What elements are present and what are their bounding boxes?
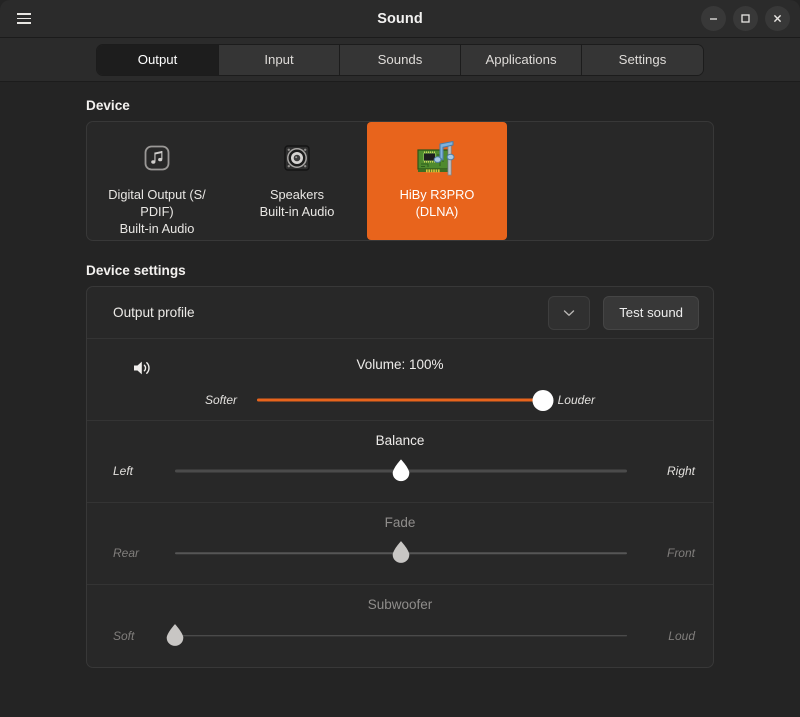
- device-card-digital-output[interactable]: Digital Output (S/ PDIF) Built-in Audio: [87, 122, 227, 240]
- volume-row: Volume: 100% Softer Louder: [87, 339, 713, 421]
- fade-slider-track: [175, 552, 627, 554]
- device-list: Digital Output (S/ PDIF) Built-in Audio: [87, 122, 713, 240]
- balance-slider-track[interactable]: [175, 470, 627, 473]
- sound-card-music-note-icon: [415, 138, 459, 178]
- device-label-line1: Digital Output (S/: [91, 186, 223, 203]
- music-note-rounded-square-icon: [135, 138, 179, 178]
- device-panel: Digital Output (S/ PDIF) Built-in Audio: [86, 121, 714, 241]
- subwoofer-row: Subwoofer Soft Loud: [87, 585, 713, 667]
- balance-row: Balance Left Right: [87, 421, 713, 503]
- minimize-icon: [708, 13, 719, 24]
- test-sound-button[interactable]: Test sound: [603, 296, 699, 330]
- tab-output[interactable]: Output: [97, 45, 219, 75]
- close-button[interactable]: [765, 6, 790, 31]
- device-label-line2: PDIF): [91, 203, 223, 220]
- volume-slider-area: Softer Louder: [87, 379, 713, 421]
- subwoofer-right-label: Loud: [668, 629, 695, 643]
- fade-right-label: Front: [667, 546, 695, 560]
- device-card-label: HiBy R3PRO (DLNA): [371, 186, 503, 220]
- close-icon: [772, 13, 783, 24]
- device-settings-panel: Output profile Test sound: [86, 286, 714, 668]
- maximize-icon: [740, 13, 751, 24]
- volume-slider-track[interactable]: [257, 399, 543, 402]
- fade-left-label: Rear: [113, 546, 139, 560]
- balance-left-label: Left: [113, 464, 133, 478]
- device-label-line3: Built-in Audio: [91, 220, 223, 237]
- sound-settings-window: Sound Output Input Sounds: [0, 0, 800, 717]
- subwoofer-title: Subwoofer: [87, 597, 713, 612]
- tab-sounds[interactable]: Sounds: [340, 45, 461, 75]
- window-controls: [701, 6, 790, 31]
- fade-row: Fade Rear Front: [87, 503, 713, 585]
- chevron-down-icon: [563, 304, 575, 322]
- device-card-label: Speakers Built-in Audio: [231, 186, 363, 220]
- volume-slider-fill: [257, 399, 543, 402]
- subwoofer-slider-handle: [166, 623, 185, 646]
- balance-slider-handle[interactable]: [392, 459, 411, 482]
- device-label-line2: Built-in Audio: [231, 203, 363, 220]
- speaker-driver-icon: [275, 138, 319, 178]
- minimize-button[interactable]: [701, 6, 726, 31]
- output-profile-controls: Test sound: [548, 296, 699, 330]
- volume-right-label: Louder: [558, 393, 595, 407]
- volume-left-label: Softer: [205, 393, 237, 407]
- subwoofer-slider-track: [175, 635, 627, 637]
- device-settings-heading: Device settings: [86, 263, 800, 278]
- tab-applications[interactable]: Applications: [461, 45, 582, 75]
- balance-right-label: Right: [667, 464, 695, 478]
- volume-value-text: Volume: 100%: [87, 357, 713, 372]
- tab-settings[interactable]: Settings: [582, 45, 703, 75]
- hamburger-menu-icon[interactable]: [7, 2, 41, 36]
- fade-slider-handle: [392, 541, 411, 564]
- output-tab-content: Device: [0, 82, 800, 717]
- device-label-line1: Speakers: [231, 186, 363, 203]
- tabbar-container: Output Input Sounds Applications Setting…: [0, 38, 800, 82]
- tab-input[interactable]: Input: [219, 45, 340, 75]
- balance-title: Balance: [87, 433, 713, 448]
- tabbar: Output Input Sounds Applications Setting…: [96, 44, 704, 76]
- device-label-line2: (DLNA): [371, 203, 503, 220]
- device-card-hiby-r3pro[interactable]: HiBy R3PRO (DLNA): [367, 122, 507, 240]
- device-section-heading: Device: [86, 98, 800, 113]
- subwoofer-left-label: Soft: [113, 629, 134, 643]
- device-label-line1: HiBy R3PRO: [371, 186, 503, 203]
- fade-title: Fade: [87, 515, 713, 530]
- window-title: Sound: [0, 11, 800, 27]
- titlebar: Sound: [0, 0, 800, 38]
- output-profile-dropdown[interactable]: [548, 296, 590, 330]
- output-profile-label: Output profile: [113, 305, 195, 320]
- device-card-label: Digital Output (S/ PDIF) Built-in Audio: [91, 186, 223, 237]
- maximize-button[interactable]: [733, 6, 758, 31]
- output-profile-row: Output profile Test sound: [87, 287, 713, 339]
- device-card-speakers[interactable]: Speakers Built-in Audio: [227, 122, 367, 240]
- volume-slider-handle[interactable]: [533, 390, 554, 411]
